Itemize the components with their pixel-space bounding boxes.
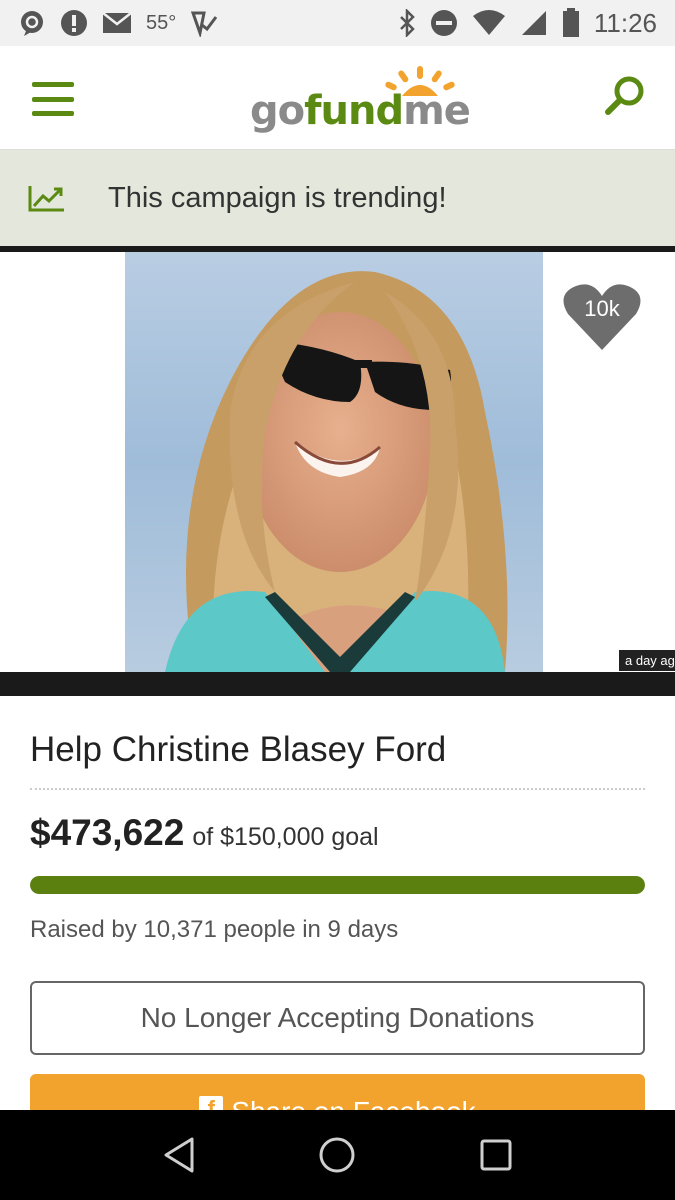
no-longer-accepting-donations-button[interactable]: No Longer Accepting Donations [30,981,645,1055]
search-icon [605,76,644,115]
goal-text: of $150,000 goal [192,823,379,851]
menu-bar-icon [32,111,74,116]
gofundme-logo[interactable]: gofundme [250,66,471,136]
recents-icon [480,1139,512,1171]
recents-button[interactable] [472,1131,520,1179]
raised-by-text: Raised by 10,371 people in 9 days [30,916,399,943]
amount-raised: $473,622 [30,812,185,853]
app-header: gofundme [0,46,675,150]
temperature: 55° [146,11,177,34]
alert-icon [60,9,88,37]
signal-icon [520,9,548,37]
menu-bar-icon [32,96,74,102]
do-not-disturb-icon [430,9,458,37]
checkmark-icon [190,9,218,37]
progress-bar-fill [30,876,645,894]
trending-chart-icon [28,186,64,212]
hamburger-menu-button[interactable] [32,82,74,116]
trending-text: This campaign is trending! [108,181,447,214]
amount-row: $473,622 of $150,000 goal [30,812,379,854]
title-divider [30,788,645,790]
status-bar: 55° 11:26 [0,0,675,46]
progress-bar [30,876,645,894]
campaign-photo[interactable] [125,252,543,672]
logo-wordmark: gofundme [250,88,471,134]
mail-icon [102,11,132,35]
android-nav-bar [0,1110,675,1200]
clock: 11:26 [593,7,657,38]
trending-banner: This campaign is trending! [0,150,675,246]
photo-bottom-bar [0,672,675,696]
back-icon [164,1137,194,1173]
search-button[interactable] [603,74,647,118]
home-icon [319,1137,355,1173]
photo-timestamp: a day ago [619,650,675,671]
back-button[interactable] [155,1131,203,1179]
wifi-icon [472,10,506,36]
battery-icon [562,8,580,38]
bluetooth-icon [398,9,416,37]
home-button[interactable] [313,1131,361,1179]
heart-count: 10k [584,296,620,321]
chat-icon [18,9,46,37]
menu-bar-icon [32,82,74,87]
campaign-title: Help Christine Blasey Ford [30,730,447,769]
